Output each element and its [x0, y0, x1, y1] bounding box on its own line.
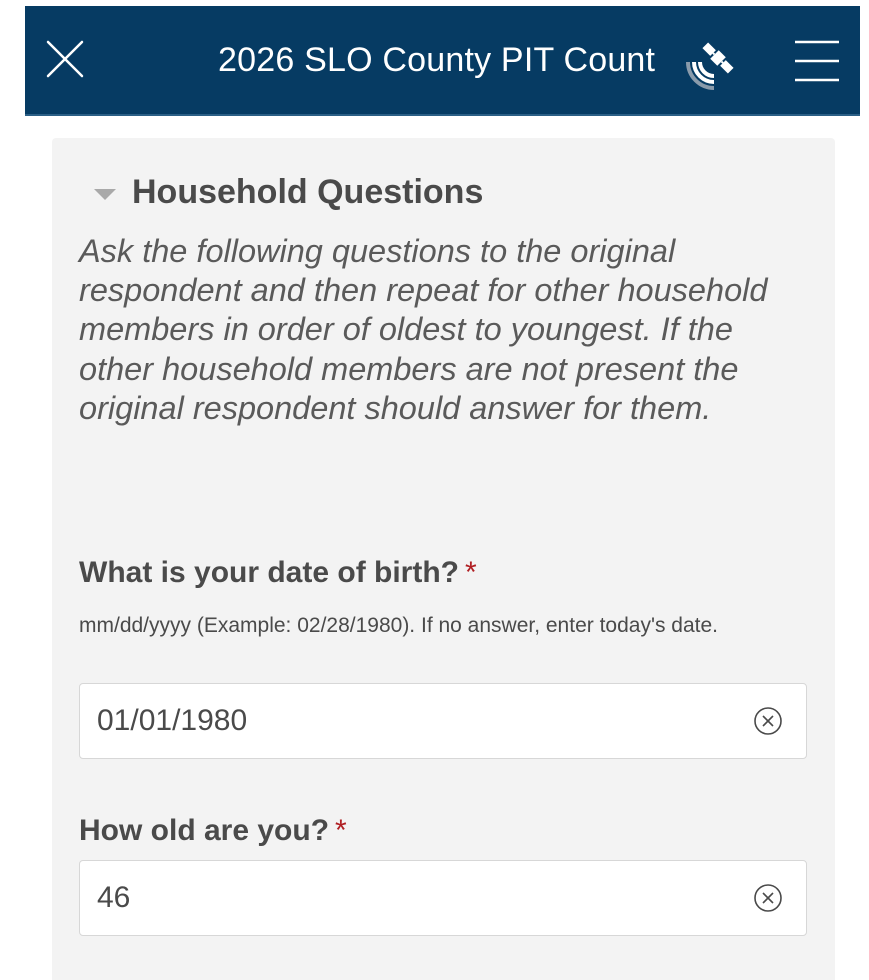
survey-title: 2026 SLO County PIT Count	[218, 41, 656, 79]
hamburger-menu-icon	[795, 40, 839, 82]
close-icon	[46, 40, 84, 78]
satellite-gps-icon[interactable]	[680, 28, 748, 96]
dob-hint: mm/dd/yyyy (Example: 02/28/1980). If no …	[79, 614, 719, 637]
menu-button[interactable]	[793, 39, 841, 83]
dob-clear-button[interactable]	[753, 706, 783, 736]
dob-question-label: What is your date of birth? *	[79, 556, 477, 590]
close-button[interactable]	[45, 39, 85, 79]
form-content: Household Questions Ask the following qu…	[25, 116, 860, 980]
collapse-caret-icon	[94, 188, 116, 200]
screen-edge-left	[0, 0, 25, 980]
group-title: Household Questions	[132, 172, 484, 211]
screen-edge-right	[860, 0, 869, 980]
survey-app: 2026 SLO County PIT Count Household Ques…	[25, 6, 860, 980]
age-clear-button[interactable]	[753, 883, 783, 913]
group-toggle[interactable]: Household Questions	[94, 170, 483, 214]
dob-input[interactable]	[97, 684, 697, 758]
group-description: Ask the following questions to the origi…	[79, 233, 768, 426]
required-marker: *	[335, 814, 347, 847]
required-marker: *	[465, 556, 477, 589]
household-questions-group: Household Questions Ask the following qu…	[52, 138, 835, 980]
age-question-text: How old are you?	[79, 814, 330, 847]
dob-field[interactable]	[79, 683, 807, 759]
clear-circle-icon	[754, 707, 782, 735]
clear-circle-icon	[754, 884, 782, 912]
app-header: 2026 SLO County PIT Count	[25, 6, 860, 116]
age-question-label: How old are you? *	[79, 814, 347, 848]
screen: 2026 SLO County PIT Count Household Ques…	[0, 0, 869, 980]
age-input[interactable]	[97, 861, 697, 935]
age-field[interactable]	[79, 860, 807, 936]
dob-question-text: What is your date of birth?	[79, 556, 459, 589]
